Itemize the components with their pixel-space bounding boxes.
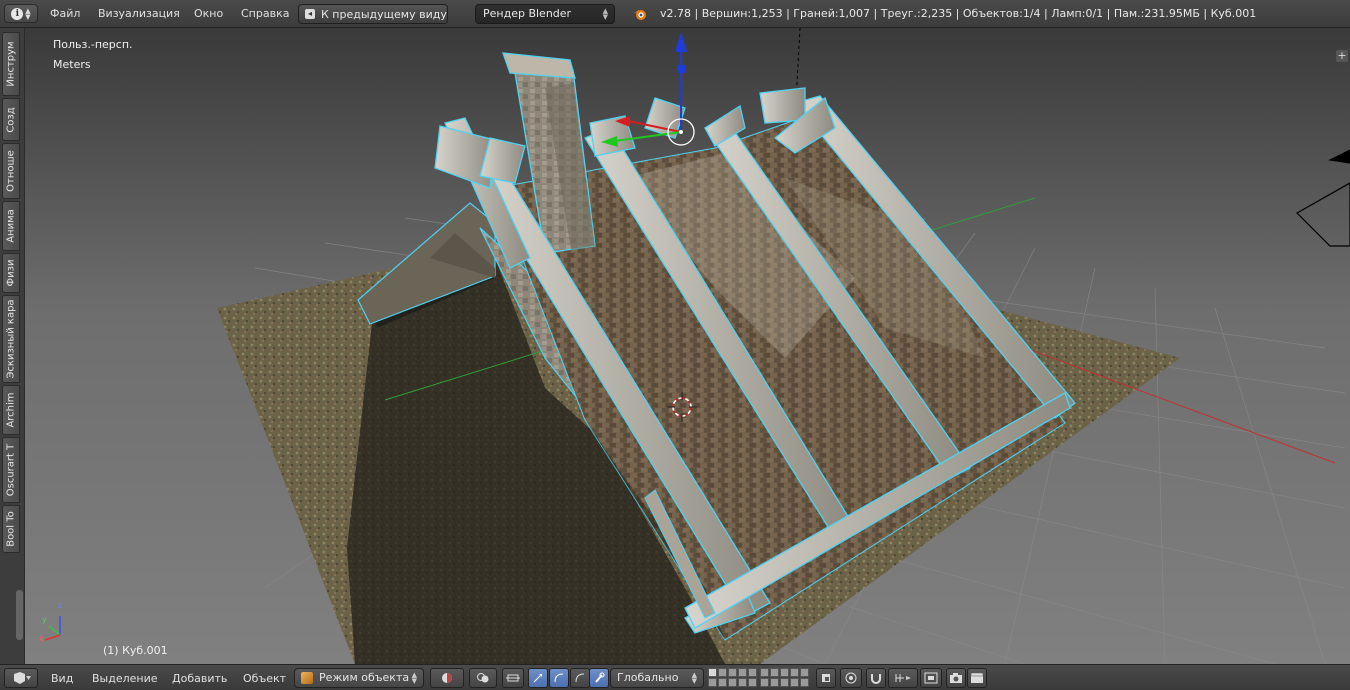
tab-animation-label: Анима bbox=[5, 209, 17, 243]
tab-relations-label: Отноше bbox=[5, 150, 17, 192]
snap-element-icon bbox=[895, 674, 911, 682]
wrench-icon bbox=[595, 672, 605, 683]
tab-create-label: Созд bbox=[5, 106, 17, 133]
interaction-mode-select[interactable]: Режим объекта ▲ ▼ bbox=[294, 668, 424, 688]
magnet-icon bbox=[871, 674, 881, 684]
tab-grease-pencil[interactable]: Эскизный кара bbox=[2, 295, 20, 383]
render-image-button[interactable] bbox=[946, 668, 966, 688]
scale-manipulator-toggle[interactable] bbox=[570, 668, 590, 688]
manipulator-icon bbox=[506, 674, 520, 682]
scene-statistics: v2.78 | Вершин:1,253 | Граней:1,007 | Тр… bbox=[660, 7, 1257, 20]
camera-icon bbox=[950, 673, 962, 683]
tab-tools-label: Инструм bbox=[5, 41, 17, 87]
rotate-arc-icon bbox=[554, 673, 564, 683]
axis-label-y: y bbox=[42, 615, 47, 624]
editor-type-3d-view[interactable] bbox=[4, 668, 38, 688]
interaction-mode-value: Режим объекта bbox=[319, 671, 410, 684]
object-mode-cube-icon bbox=[301, 672, 313, 684]
editor-type-selector[interactable]: i ▲ ▼ bbox=[4, 4, 38, 23]
blender-logo-icon bbox=[634, 10, 646, 20]
tab-physics[interactable]: Физи bbox=[2, 253, 20, 293]
view-perspective-label: Польз.-персп. bbox=[53, 38, 133, 51]
menu-object[interactable]: Объект bbox=[243, 672, 286, 685]
pivot-point-icon bbox=[477, 673, 489, 683]
3d-viewport[interactable]: Польз.-персп. Meters (1) Куб.001 z y x + bbox=[25, 28, 1350, 664]
properties-toggle-plus-icon[interactable]: + bbox=[1336, 50, 1348, 62]
menu-add[interactable]: Добавить bbox=[172, 672, 227, 685]
tab-archimesh-label: Archim bbox=[5, 392, 17, 428]
snap-element-select[interactable] bbox=[888, 668, 918, 688]
transform-orientation-value: Глобально bbox=[617, 671, 679, 684]
menu-file[interactable]: Файл bbox=[50, 7, 80, 20]
rotate-manipulator-toggle[interactable] bbox=[549, 668, 569, 688]
scale-icon bbox=[575, 673, 585, 683]
pivot-point-select[interactable] bbox=[469, 668, 497, 688]
render-animation-button[interactable] bbox=[967, 668, 987, 688]
active-object-label: (1) Куб.001 bbox=[103, 644, 168, 657]
render-engine-value: Рендер Blender bbox=[483, 7, 572, 20]
tab-tools[interactable]: Инструм bbox=[2, 32, 20, 96]
back-arrow-icon: ◂ bbox=[305, 9, 315, 19]
tab-bool-tool-label: Bool To bbox=[5, 511, 17, 547]
manipulator-toggle[interactable] bbox=[502, 668, 524, 688]
menu-select[interactable]: Выделение bbox=[92, 672, 158, 685]
manipulator-combined-toggle[interactable] bbox=[589, 668, 609, 688]
tab-oscurart-tools[interactable]: Oscurart T bbox=[2, 437, 20, 503]
info-header: i ▲ ▼ Файл Визуализация Окно Справка ◂ К … bbox=[0, 0, 1350, 28]
tab-create[interactable]: Созд bbox=[2, 98, 20, 141]
tab-archimesh[interactable]: Archim bbox=[2, 385, 20, 435]
menu-view[interactable]: Вид bbox=[51, 672, 73, 685]
scene-layers-group-2[interactable] bbox=[760, 668, 809, 687]
axis-label-z: z bbox=[58, 601, 63, 610]
menu-help[interactable]: Справка bbox=[241, 7, 289, 20]
viewport-scene bbox=[25, 28, 1350, 664]
chevron-updown-icon: ▲ ▼ bbox=[25, 6, 31, 21]
chevron-updown-icon: ▲ ▼ bbox=[602, 7, 608, 21]
translate-arrows-icon bbox=[533, 673, 543, 683]
3d-view-header: Вид Выделение Добавить Объект Режим объе… bbox=[0, 664, 1350, 690]
proportional-editing-button[interactable] bbox=[840, 668, 862, 688]
axis-label-x: x bbox=[39, 634, 44, 643]
back-to-previous-label: К предыдущему виду bbox=[321, 7, 447, 21]
layers-lock-icon bbox=[822, 674, 830, 682]
tool-shelf: Инструм Созд Отноше Анима Физи Эскизный … bbox=[0, 28, 25, 664]
snap-toggle-button[interactable] bbox=[866, 668, 886, 688]
tab-grease-pencil-label: Эскизный кара bbox=[5, 299, 17, 379]
viewport-shading-select[interactable] bbox=[430, 668, 464, 688]
tab-oscurart-tools-label: Oscurart T bbox=[5, 443, 17, 497]
snap-target-icon bbox=[924, 672, 938, 684]
shading-sphere-icon bbox=[442, 673, 452, 683]
tab-physics-label: Физи bbox=[5, 259, 17, 287]
tab-animation[interactable]: Анима bbox=[2, 201, 20, 251]
snap-target-button[interactable] bbox=[920, 668, 942, 688]
chevron-updown-icon: ▲ ▼ bbox=[411, 671, 417, 685]
tab-relations[interactable]: Отноше bbox=[2, 143, 20, 199]
translate-manipulator-toggle[interactable] bbox=[528, 668, 548, 688]
scene-layers-group-1[interactable] bbox=[708, 668, 757, 687]
3d-view-editor-icon bbox=[14, 672, 31, 684]
menu-window[interactable]: Окно bbox=[194, 7, 223, 20]
proportional-editing-icon bbox=[845, 672, 857, 684]
lock-camera-layers-button[interactable] bbox=[816, 668, 836, 688]
back-to-previous-button[interactable]: ◂ К предыдущему виду bbox=[298, 4, 448, 24]
render-engine-select[interactable]: Рендер Blender ▲ ▼ bbox=[475, 4, 615, 24]
tab-bool-tool[interactable]: Bool To bbox=[2, 505, 20, 553]
clapperboard-icon bbox=[970, 672, 984, 683]
menu-render[interactable]: Визуализация bbox=[98, 7, 180, 20]
chevron-updown-icon: ▲ ▼ bbox=[691, 671, 697, 685]
transform-orientation-select[interactable]: Глобально ▲ ▼ bbox=[610, 668, 704, 688]
tool-shelf-scrollbar[interactable] bbox=[15, 590, 24, 640]
info-icon: i bbox=[11, 7, 24, 20]
units-label: Meters bbox=[53, 58, 91, 71]
